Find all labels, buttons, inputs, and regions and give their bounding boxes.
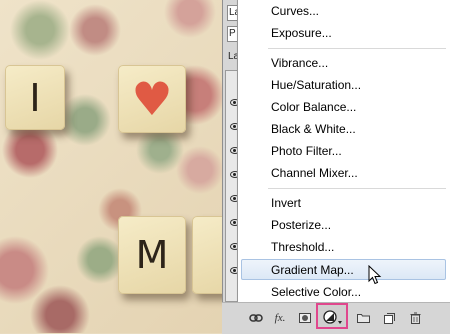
menu-separator xyxy=(268,188,446,189)
menu-item-curves[interactable]: Curves... xyxy=(271,2,319,20)
letter-tile-m[interactable]: M xyxy=(118,216,186,294)
tile-letter: I xyxy=(29,75,41,120)
canvas-image: I ♥ M xyxy=(0,0,225,333)
add-mask-icon[interactable] xyxy=(298,311,312,325)
menu-item-gradient-map[interactable]: Gradient Map... xyxy=(271,261,354,279)
link-layers-icon[interactable] xyxy=(248,311,264,325)
tile-letter: M xyxy=(135,233,169,277)
menu-item-vibrance[interactable]: Vibrance... xyxy=(271,54,328,72)
layers-panel-toolbar: fx. xyxy=(222,302,450,334)
letter-tile-partial[interactable] xyxy=(192,216,225,294)
layer-style-button[interactable]: fx. xyxy=(270,311,290,325)
menu-item-invert[interactable]: Invert xyxy=(271,194,301,212)
menu-item-channel-mixer[interactable]: Channel Mixer... xyxy=(271,164,358,182)
trash-icon[interactable] xyxy=(408,311,422,325)
heart-tile[interactable]: ♥ xyxy=(118,65,186,133)
mouse-cursor-icon xyxy=(368,265,382,285)
heart-icon: ♥ xyxy=(131,72,173,126)
menu-item-posterize[interactable]: Posterize... xyxy=(271,216,331,234)
new-layer-icon[interactable] xyxy=(382,311,396,325)
menu-item-threshold[interactable]: Threshold... xyxy=(271,238,334,256)
letter-tile-i[interactable]: I xyxy=(5,65,65,130)
menu-item-hue-saturation[interactable]: Hue/Saturation... xyxy=(271,76,361,94)
menu-item-selective-color[interactable]: Selective Color... xyxy=(271,283,361,301)
menu-item-color-balance[interactable]: Color Balance... xyxy=(271,98,356,116)
adjustment-icon xyxy=(323,310,342,324)
menu-item-exposure[interactable]: Exposure... xyxy=(271,24,332,42)
new-adjustment-layer-button[interactable] xyxy=(316,303,348,329)
adjustment-layer-menu: Curves... Exposure... Vibrance... Hue/Sa… xyxy=(237,0,450,305)
folder-icon[interactable] xyxy=(356,311,370,325)
menu-separator xyxy=(268,48,446,49)
menu-item-black-white[interactable]: Black & White... xyxy=(271,120,356,138)
menu-item-photo-filter[interactable]: Photo Filter... xyxy=(271,142,342,160)
